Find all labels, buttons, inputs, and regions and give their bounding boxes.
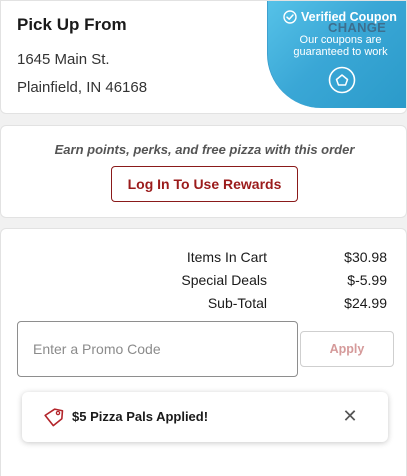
summary-label: Sub-Total <box>207 295 267 311</box>
address-line-1: 1645 Main St. <box>17 51 110 68</box>
toast-message: $5 Pizza Pals Applied! <box>72 409 209 424</box>
summary-value: $24.99 <box>344 295 387 311</box>
rewards-card: Earn points, perks, and free pizza with … <box>0 125 407 218</box>
login-rewards-button[interactable]: Log In To Use Rewards <box>111 166 298 202</box>
verified-coupon-badge: Verified Coupon Our coupons are guarante… <box>267 1 406 108</box>
summary-value: $30.98 <box>344 249 387 265</box>
order-summary-card: Items In Cart $30.98 Special Deals $-5.9… <box>0 228 407 476</box>
promo-code-input[interactable] <box>17 321 298 377</box>
summary-label: Items In Cart <box>186 249 267 265</box>
summary-label: Special Deals <box>181 272 267 288</box>
change-location-link[interactable]: CHANGE <box>328 20 386 35</box>
coupon-badge-line-2: guaranteed to work <box>293 46 388 58</box>
apply-promo-button[interactable]: Apply <box>300 331 394 367</box>
address-line-2: Plainfield, IN 46168 <box>17 79 148 96</box>
coupon-badge-line-1: Our coupons are <box>299 34 382 46</box>
close-icon[interactable]: ✕ <box>340 406 360 426</box>
promo-applied-toast: $5 Pizza Pals Applied! ✕ <box>22 392 388 442</box>
pickup-card: Pick Up From 1645 Main St. Plainfield, I… <box>0 0 407 114</box>
summary-value: $-5.99 <box>347 272 387 288</box>
tag-icon <box>44 408 64 427</box>
rewards-message: Earn points, perks, and free pizza with … <box>54 142 355 157</box>
check-circle-icon <box>283 10 297 24</box>
summary-row-special-deals: Special Deals $-5.99 <box>1 272 407 292</box>
pickup-title: Pick Up From <box>17 15 127 34</box>
summary-row-subtotal: Sub-Total $24.99 <box>1 295 407 315</box>
shield-check-icon <box>328 66 356 94</box>
summary-row-items-in-cart: Items In Cart $30.98 <box>1 249 407 269</box>
